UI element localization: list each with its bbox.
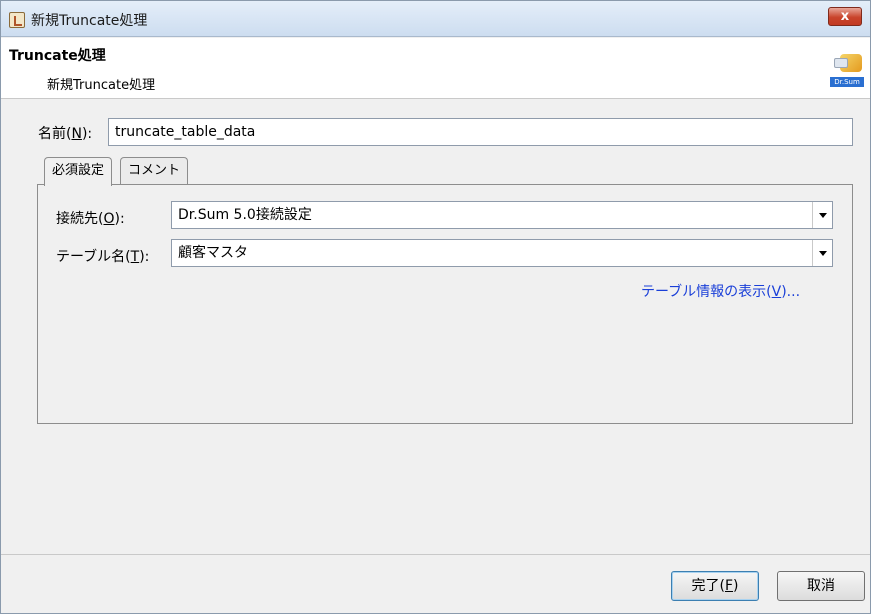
tab-comment[interactable]: コメント — [120, 157, 189, 184]
table-name-label: テーブル名(T): — [56, 249, 150, 265]
drsum-logo: Dr.Sum — [830, 54, 864, 90]
chevron-down-icon[interactable] — [812, 202, 832, 228]
app-icon — [9, 12, 25, 28]
wizard-header: Truncate処理 新規Truncate処理 Dr.Sum — [1, 38, 870, 99]
tab-required-settings[interactable]: 必須設定 — [44, 157, 113, 186]
close-icon: x — [840, 9, 850, 24]
page-subtitle: 新規Truncate処理 — [47, 78, 156, 93]
chevron-down-icon[interactable] — [812, 240, 832, 266]
page-title: Truncate処理 — [9, 48, 106, 64]
window-title: 新規Truncate処理 — [31, 13, 148, 29]
table-info-link[interactable]: テーブル情報の表示(V)... — [641, 281, 800, 301]
dialog-window: 新規Truncate処理 x Truncate処理 新規Truncate処理 D… — [0, 0, 871, 614]
name-input[interactable]: truncate_table_data — [108, 118, 853, 146]
table-name-select[interactable]: 顧客マスタ — [171, 239, 833, 267]
title-bar: 新規Truncate処理 x — [1, 1, 870, 37]
connection-select[interactable]: Dr.Sum 5.0接続設定 — [171, 201, 833, 229]
table-name-value: 顧客マスタ — [178, 245, 248, 261]
name-label: 名前(N): — [38, 126, 93, 142]
close-button[interactable]: x — [828, 7, 862, 26]
connection-value: Dr.Sum 5.0接続設定 — [178, 207, 312, 223]
cancel-button[interactable]: 取消 — [777, 571, 865, 601]
finish-button[interactable]: 完了(F) — [671, 571, 759, 601]
logo-text: Dr.Sum — [830, 77, 864, 87]
connection-label: 接続先(O): — [56, 211, 125, 227]
footer-divider — [1, 554, 870, 555]
